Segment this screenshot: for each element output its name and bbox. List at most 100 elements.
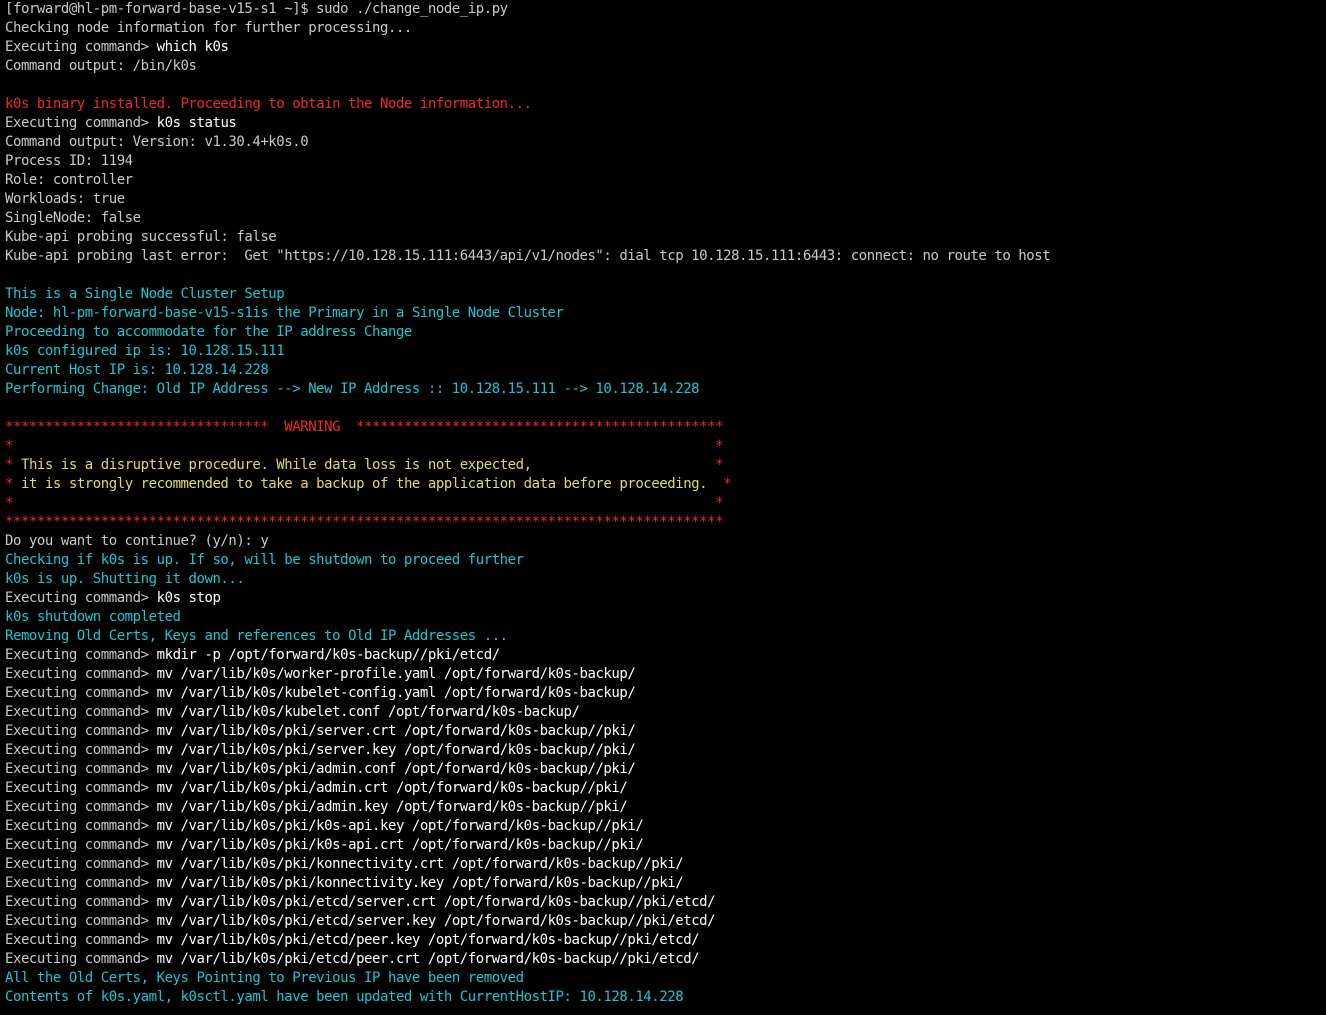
terminal-text-segment: Executing command> <box>5 723 157 739</box>
terminal-text-segment: Process ID: 1194 <box>5 153 133 169</box>
terminal-line: Executing command> mv /var/lib/k0s/pki/a… <box>5 779 1326 798</box>
terminal-text-segment: ****************************************… <box>5 514 724 530</box>
terminal-text-segment: * <box>5 457 21 473</box>
terminal-text-segment: mv /var/lib/k0s/pki/konnectivity.key /op… <box>156 875 684 891</box>
terminal-text-segment: Executing command> <box>5 761 157 777</box>
terminal-line: Process ID: 1194 <box>5 152 1326 171</box>
terminal-text-segment: Executing command> <box>5 115 157 131</box>
terminal-text-segment: Proceeding to accommodate for the IP add… <box>5 324 412 340</box>
terminal-text-segment: mv /var/lib/k0s/worker-profile.yaml /opt… <box>156 666 636 682</box>
terminal-line: This is a Single Node Cluster Setup <box>5 285 1326 304</box>
terminal-text-segment: mv /var/lib/k0s/kubelet-config.yaml /opt… <box>156 685 636 701</box>
terminal-line: Node: hl-pm-forward-base-v15-s1is the Pr… <box>5 304 1326 323</box>
terminal-text-segment: mv /var/lib/k0s/pki/server.key /opt/forw… <box>156 742 636 758</box>
terminal-text-segment: Executing command> <box>5 799 157 815</box>
terminal-line: k0s configured ip is: 10.128.15.111 <box>5 342 1326 361</box>
terminal-line: Proceeding to accommodate for the IP add… <box>5 323 1326 342</box>
terminal-text-segment: Do you want to continue? (y/n): y <box>5 533 269 549</box>
terminal-text-segment: This is a disruptive procedure. While da… <box>20 457 716 473</box>
terminal-text-segment: * <box>723 476 732 492</box>
terminal-line: Executing command> k0s stop <box>5 589 1326 608</box>
terminal-text-segment: * <box>715 457 724 473</box>
terminal-text-segment: Executing command> <box>5 894 157 910</box>
terminal-text-segment: Node: hl-pm-forward-base-v15-s1is the Pr… <box>5 305 564 321</box>
terminal-text-segment: [forward@hl-pm-forward-base-v15-s1 ~]$ s… <box>5 1 508 17</box>
terminal-text-segment: Executing command> <box>5 856 157 872</box>
terminal-text-segment: k0s stop <box>156 590 221 606</box>
terminal-output[interactable]: [forward@hl-pm-forward-base-v15-s1 ~]$ s… <box>0 0 1326 1015</box>
terminal-text-segment: mv /var/lib/k0s/pki/admin.conf /opt/forw… <box>156 761 636 777</box>
terminal-text-segment: Performing Change: Old IP Address --> Ne… <box>5 381 700 397</box>
terminal-line: k0s is up. Shutting it down... <box>5 570 1326 589</box>
terminal-line: Executing command> mv /var/lib/k0s/pki/k… <box>5 817 1326 836</box>
terminal-text-segment: mv /var/lib/k0s/pki/server.crt /opt/forw… <box>156 723 636 739</box>
terminal-text-segment: mv /var/lib/k0s/pki/etcd/peer.crt /opt/f… <box>156 951 700 967</box>
terminal-text-segment: Kube-api probing successful: false <box>5 229 277 245</box>
terminal-line: Checking if k0s is up. If so, will be sh… <box>5 551 1326 570</box>
terminal-line: k0s shutdown completed <box>5 608 1326 627</box>
terminal-line: Executing command> which k0s <box>5 38 1326 57</box>
terminal-line: Executing command> mv /var/lib/k0s/pki/e… <box>5 912 1326 931</box>
terminal-line: * This is a disruptive procedure. While … <box>5 456 1326 475</box>
terminal-line: ********************************* WARNIN… <box>5 418 1326 437</box>
terminal-line: ****************************************… <box>5 513 1326 532</box>
terminal-line: Current Host IP is: 10.128.14.228 <box>5 361 1326 380</box>
terminal-text-segment: mv /var/lib/k0s/pki/etcd/server.key /opt… <box>156 913 716 929</box>
terminal-text-segment: Contents of k0s.yaml, k0sctl.yaml have b… <box>5 989 684 1005</box>
terminal-text-segment: Executing command> <box>5 818 157 834</box>
terminal-line: Executing command> mv /var/lib/k0s/pki/s… <box>5 722 1326 741</box>
terminal-line: Executing command> mv /var/lib/k0s/kubel… <box>5 703 1326 722</box>
terminal-line: Executing command> mv /var/lib/k0s/pki/k… <box>5 855 1326 874</box>
terminal-line: Removing Old Certs, Keys and references … <box>5 627 1326 646</box>
terminal-line: [forward@hl-pm-forward-base-v15-s1 ~]$ s… <box>5 0 1326 19</box>
terminal-text-segment: it is strongly recommended to take a bac… <box>20 476 724 492</box>
terminal-line: Executing command> mv /var/lib/k0s/pki/s… <box>5 741 1326 760</box>
terminal-line: Executing command> mv /var/lib/k0s/kubel… <box>5 684 1326 703</box>
terminal-line: Checking node information for further pr… <box>5 19 1326 38</box>
terminal-line: All the Old Certs, Keys Pointing to Prev… <box>5 969 1326 988</box>
terminal-text-segment: Executing command> <box>5 932 157 948</box>
terminal-line: Contents of k0s.yaml, k0sctl.yaml have b… <box>5 988 1326 1007</box>
terminal-text-segment: Workloads: true <box>5 191 125 207</box>
terminal-text-segment: k0s shutdown completed <box>5 609 181 625</box>
terminal-line: Kube-api probing last error: Get "https:… <box>5 247 1326 266</box>
terminal-text-segment: mv /var/lib/k0s/pki/admin.key /opt/forwa… <box>156 799 628 815</box>
terminal-text-segment: * * <box>5 495 724 511</box>
terminal-line: k0s binary installed. Proceeding to obta… <box>5 95 1326 114</box>
terminal-text-segment: * * <box>5 438 724 454</box>
terminal-line: Kube-api probing successful: false <box>5 228 1326 247</box>
terminal-line: Executing command> mv /var/lib/k0s/pki/k… <box>5 874 1326 893</box>
terminal-text-segment: Executing command> <box>5 913 157 929</box>
terminal-line: Performing Change: Old IP Address --> Ne… <box>5 380 1326 399</box>
terminal-line: Executing command> mv /var/lib/k0s/pki/a… <box>5 798 1326 817</box>
terminal-text-segment: mv /var/lib/k0s/pki/konnectivity.crt /op… <box>156 856 684 872</box>
terminal-text-segment: mv /var/lib/k0s/pki/etcd/peer.key /opt/f… <box>156 932 700 948</box>
terminal-text-segment: Command output: Version: v1.30.4+k0s.0 <box>5 134 309 150</box>
terminal-text-segment: Checking if k0s is up. If so, will be sh… <box>5 552 524 568</box>
terminal-text-segment: mv /var/lib/k0s/pki/k0s-api.crt /opt/for… <box>156 837 644 853</box>
terminal-text-segment: Executing command> <box>5 704 157 720</box>
terminal-text-segment: mv /var/lib/k0s/kubelet.conf /opt/forwar… <box>156 704 580 720</box>
terminal-text-segment: Executing command> <box>5 951 157 967</box>
terminal-text-segment: Executing command> <box>5 666 157 682</box>
terminal-line: SingleNode: false <box>5 209 1326 228</box>
terminal-text-segment: Executing command> <box>5 837 157 853</box>
terminal-line: Executing command> mv /var/lib/k0s/pki/e… <box>5 931 1326 950</box>
terminal-text-segment: Executing command> <box>5 875 157 891</box>
terminal-text-segment: mv /var/lib/k0s/pki/admin.crt /opt/forwa… <box>156 780 628 796</box>
terminal-line: Command output: /bin/k0s <box>5 57 1326 76</box>
terminal-text-segment: k0s is up. Shutting it down... <box>5 571 245 587</box>
terminal-text-segment: Executing command> <box>5 685 157 701</box>
terminal-line: Executing command> mv /var/lib/k0s/worke… <box>5 665 1326 684</box>
terminal-text-segment: k0s status <box>156 115 237 131</box>
terminal-text-segment: Executing command> <box>5 780 157 796</box>
terminal-text-segment: k0s configured ip is: 10.128.15.111 <box>5 343 285 359</box>
terminal-line: Executing command> mv /var/lib/k0s/pki/k… <box>5 836 1326 855</box>
terminal-text-segment: mkdir -p /opt/forward/k0s-backup//pki/et… <box>156 647 501 663</box>
terminal-text-segment: All the Old Certs, Keys Pointing to Prev… <box>5 970 524 986</box>
terminal-text-segment: which k0s <box>156 39 229 55</box>
terminal-line: Do you want to continue? (y/n): y <box>5 532 1326 551</box>
terminal-text-segment: ********************************* WARNIN… <box>5 419 724 435</box>
